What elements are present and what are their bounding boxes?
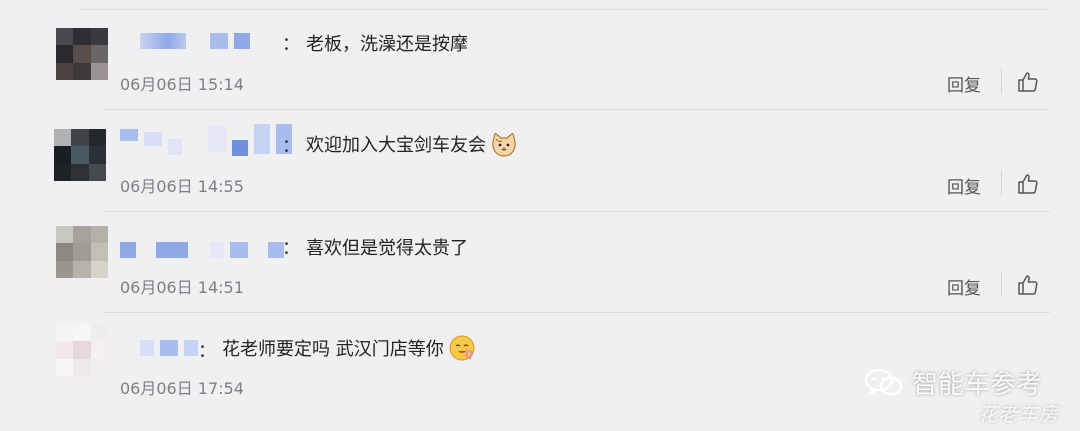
avatar[interactable] [56, 28, 108, 80]
action-separator [1001, 68, 1002, 94]
comment-item: ： 欢迎加入大宝剑车友会 06月06日 14:55 回复 [0, 124, 1080, 230]
comment-text: 老板，洗澡还是按摩 [306, 30, 468, 56]
username-blurred[interactable] [140, 31, 250, 51]
avatar[interactable] [56, 324, 108, 376]
reply-button[interactable]: 回复 [947, 71, 981, 96]
action-separator [1001, 170, 1002, 196]
comment-text-content: 老板，洗澡还是按摩 [306, 34, 468, 55]
avatar[interactable] [56, 226, 108, 278]
comment-text: 花老师要定吗 武汉门店等你 [222, 334, 476, 362]
top-divider [78, 9, 1050, 10]
hugging-face-icon [449, 335, 475, 362]
watermark-brand: 智能车参考 [912, 370, 1043, 400]
watermark-sub: 花老车房 [978, 402, 1058, 426]
comment-text: 喜欢但是觉得太贵了 [306, 234, 468, 260]
comment-item: ： 喜欢但是觉得太贵了 06月06日 14:51 回复 [0, 226, 1080, 327]
comment-time: 06月06日 17:54 [120, 379, 244, 398]
comment-time: 06月06日 14:55 [120, 177, 244, 196]
reply-button[interactable]: 回复 [947, 173, 981, 198]
comment-text-content: 花老师要定吗 武汉门店等你 [222, 339, 444, 360]
thumbs-up-icon[interactable] [1016, 273, 1040, 297]
comment-time: 06月06日 15:14 [120, 75, 244, 94]
watermark: 智能车参考 [864, 364, 1042, 401]
username-blurred[interactable] [120, 240, 284, 260]
comment-divider [104, 211, 1050, 212]
name-colon: ： [282, 136, 300, 157]
comment-text-content: 欢迎加入大宝剑车友会 [306, 135, 486, 156]
username-blurred[interactable] [140, 338, 198, 358]
thumbs-up-icon[interactable] [1016, 172, 1040, 196]
avatar[interactable] [54, 129, 106, 181]
name-colon: ： [198, 341, 216, 362]
comment-time: 06月06日 14:51 [120, 278, 244, 297]
name-colon: ： [282, 34, 300, 55]
reply-button[interactable]: 回复 [947, 274, 981, 299]
username-blurred[interactable] [120, 124, 292, 156]
comment-divider [104, 109, 1050, 110]
thumbs-up-icon[interactable] [1016, 70, 1040, 94]
wechat-icon [864, 368, 903, 395]
name-colon: ： [282, 238, 300, 259]
cat-face-icon [492, 131, 516, 157]
comment-divider [104, 312, 1050, 313]
comment-text: 欢迎加入大宝剑车友会 [306, 130, 518, 158]
comment-item: ： 老板，洗澡还是按摩 06月06日 15:14 回复 [0, 28, 1080, 129]
action-separator [1001, 271, 1002, 297]
comment-text-content: 喜欢但是觉得太贵了 [306, 238, 468, 259]
